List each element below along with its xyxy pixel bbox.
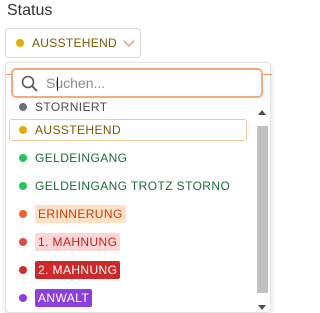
status-dot	[19, 294, 27, 302]
status-dot	[19, 154, 27, 162]
status-option[interactable]: ERINNERUNG	[9, 203, 247, 225]
status-option[interactable]: GELDEINGANG TROTZ STORNO	[9, 175, 247, 197]
status-option[interactable]: STORNIERT	[9, 96, 247, 118]
status-option-label: STORNIERT	[35, 100, 108, 114]
scroll-down-arrow-icon[interactable]	[258, 305, 266, 310]
scrollbar-thumb[interactable]	[257, 126, 268, 293]
status-option-label: GELDEINGANG	[35, 151, 128, 165]
status-option[interactable]: 2. MAHNUNG	[9, 259, 247, 281]
status-options-list: STORNIERT AUSSTEHEND GELDEINGANG GELDEINGAN…	[6, 95, 254, 313]
status-option-label: AUSSTEHEND	[35, 123, 122, 137]
status-option-label: 2. MAHNUNG	[35, 261, 121, 279]
status-dot	[19, 238, 27, 246]
scroll-up-arrow-icon[interactable]	[258, 110, 266, 115]
status-label: Status	[7, 2, 53, 19]
chevron-down-icon	[123, 40, 135, 47]
search-input[interactable]	[46, 75, 246, 91]
status-option-label: ANWALT	[35, 289, 93, 307]
status-option-label: GELDEINGANG TROTZ STORNO	[35, 179, 231, 193]
status-option[interactable]: GELDEINGANG	[9, 147, 247, 169]
status-option[interactable]: AUSSTEHEND	[9, 119, 247, 141]
status-dot	[19, 210, 27, 218]
status-dot	[19, 103, 27, 111]
status-dot	[19, 266, 27, 274]
status-dropdown: STORNIERT AUSSTEHEND GELDEINGANG GELDEINGAN…	[5, 62, 272, 313]
status-option-label: 1. MAHNUNG	[35, 233, 121, 251]
status-select[interactable]: AUSSTEHEND	[5, 28, 141, 58]
selected-status-label: AUSSTEHEND	[32, 36, 118, 50]
scrollbar[interactable]	[255, 107, 269, 313]
status-field: Status AUSSTEHEND STORNIERT AUSSTEHEND GEL…	[0, 0, 273, 313]
status-option-label: ERINNERUNG	[35, 205, 126, 223]
selected-status-dot	[16, 39, 24, 47]
text-cursor	[57, 77, 58, 91]
status-dot	[19, 182, 27, 190]
search-box[interactable]	[11, 68, 263, 98]
status-option[interactable]: 1. MAHNUNG	[9, 231, 247, 253]
search-icon	[21, 75, 38, 91]
status-dot	[19, 126, 27, 134]
status-option[interactable]: ANWALT	[9, 287, 247, 309]
